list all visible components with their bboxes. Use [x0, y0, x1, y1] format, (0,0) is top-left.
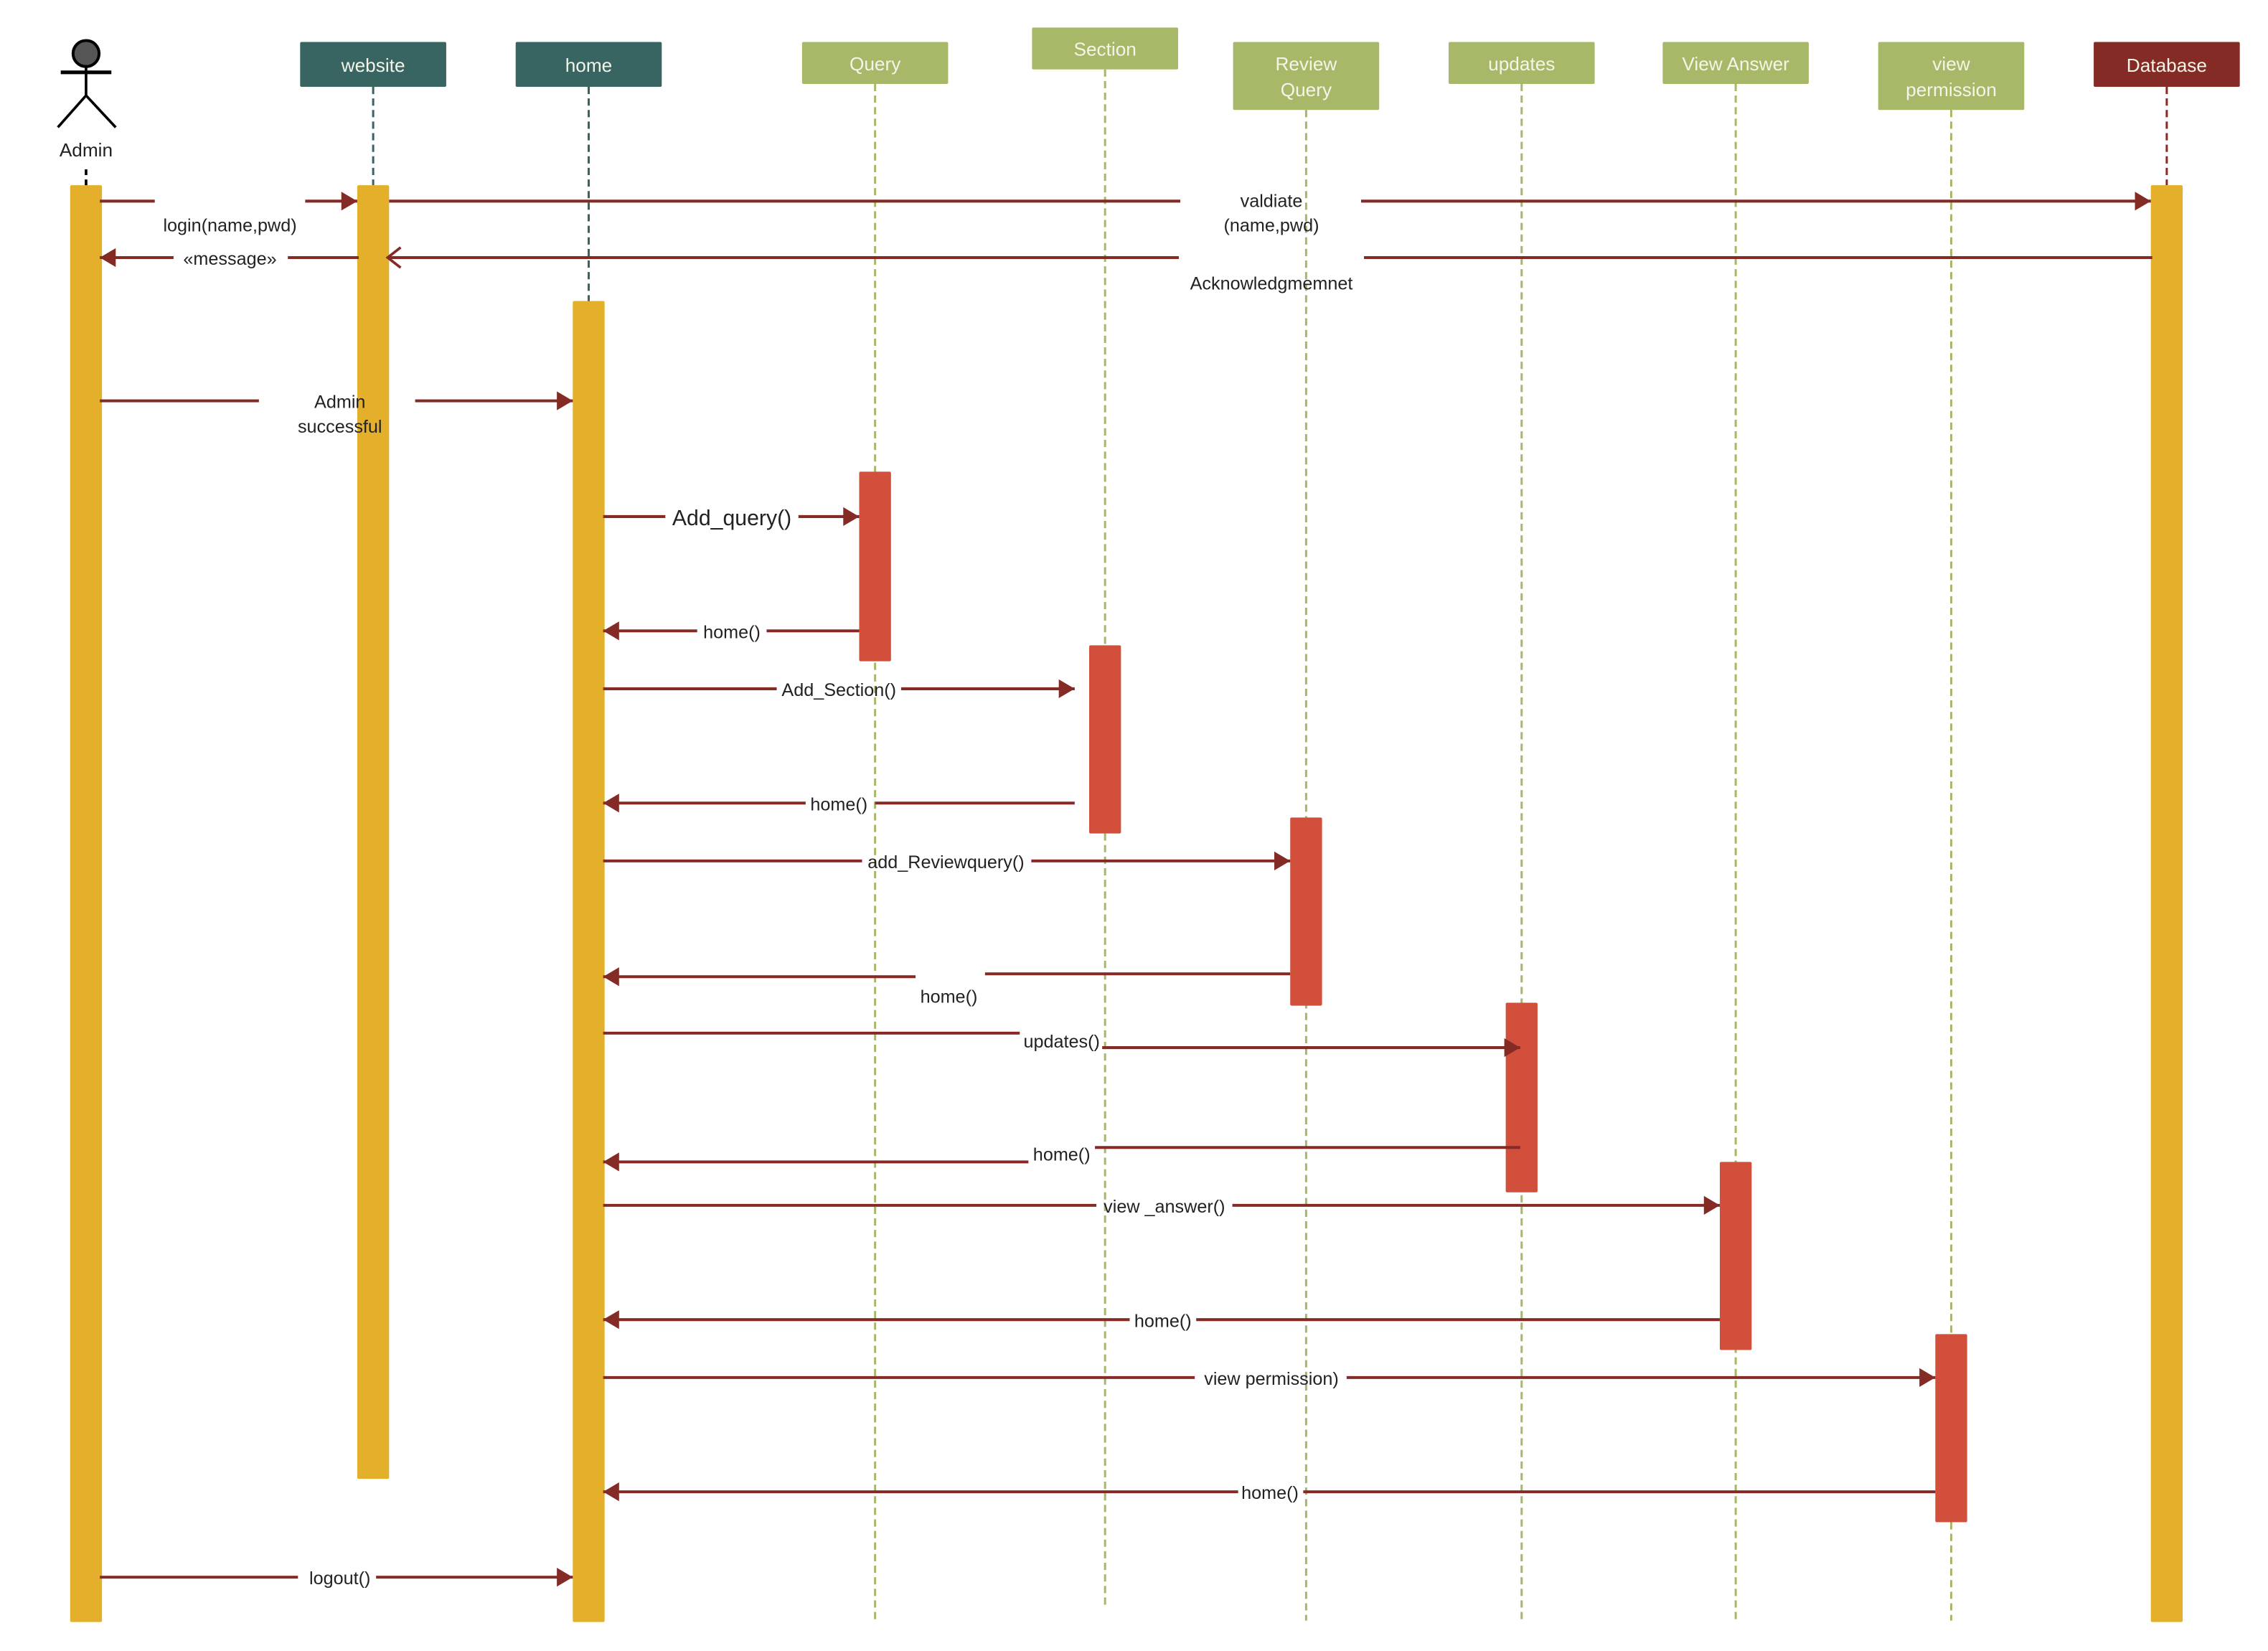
message-label: home() [703, 622, 761, 642]
lifeline-header-section[interactable]: Section [1032, 27, 1178, 70]
activation-bar-section [1089, 645, 1121, 834]
lifeline-header-updates[interactable]: updates [1448, 42, 1595, 84]
message-reply-updates-to-home[interactable]: home() [603, 1144, 1520, 1172]
activation-bar-review [1290, 817, 1322, 1006]
message-label: home() [921, 987, 978, 1007]
message-call-home-to-query[interactable]: Add_query() [603, 507, 860, 530]
actor-leg-left-icon [57, 94, 88, 128]
lifeline-header-database[interactable]: Database [2094, 42, 2240, 87]
lifeline-header-label: website [341, 55, 405, 76]
message-call-home-to-section[interactable]: Add_Section() [603, 679, 1075, 700]
message-call-home-to-viewanswer[interactable]: view _answer() [603, 1195, 1720, 1217]
message-label: Acknowledgmemnet [1190, 273, 1353, 293]
actor-admin[interactable]: Admin [57, 39, 117, 186]
lifeline-header-label: view [1932, 53, 1970, 75]
message-label: add_Reviewquery() [867, 852, 1024, 872]
message-label: Add_query() [672, 507, 791, 530]
arrowhead-icon [843, 507, 860, 527]
message-call-home-to-updates[interactable]: updates() [603, 1031, 1520, 1058]
arrowhead-icon [1274, 851, 1291, 871]
lifeline-header-label: Query [1281, 79, 1332, 100]
lifeline-header-website[interactable]: website [300, 42, 446, 87]
headers-layer: website home Query Section Review Query update… [300, 27, 2240, 110]
activation-bar-admin [70, 185, 103, 1622]
lifeline-header-label: Query [850, 53, 901, 75]
message-label: login(name,pwd) [163, 216, 296, 236]
lifeline-header-label: Review [1275, 53, 1337, 75]
arrowhead-icon [603, 794, 619, 813]
arrowhead-icon [603, 1310, 619, 1330]
message-call-admin-to-home[interactable]: logout() [100, 1568, 573, 1589]
message-label: home() [1241, 1483, 1299, 1503]
message-call-website-to-database[interactable]: valdiate (name,pwd) [389, 191, 2151, 236]
activations-layer [70, 185, 2183, 1622]
activation-bar-viewanswer [1719, 1162, 1752, 1350]
message-label: home() [1134, 1311, 1192, 1331]
message-label: view permission) [1204, 1369, 1339, 1389]
actor-head-icon [71, 39, 101, 68]
activation-bar-viewperm [1935, 1334, 1967, 1523]
message-reply-website-to-admin[interactable]: «message» [100, 248, 359, 269]
activation-bar-updates [1505, 1002, 1538, 1193]
arrowhead-icon [1703, 1195, 1720, 1215]
message-label: valdiate [1241, 191, 1303, 211]
lifeline-header-home[interactable]: home [515, 42, 662, 87]
lifeline-header-query[interactable]: Query [801, 42, 949, 84]
message-label: home() [810, 794, 867, 814]
actor-leg-right-icon [85, 94, 117, 128]
lifeline-header-label: Section [1073, 39, 1136, 60]
sequence-diagram: login(name,pwd) valdiate (name,pwd) Acknowl… [57, 27, 2240, 1622]
message-call-admin-to-home[interactable]: Admin successful [100, 391, 573, 437]
actor-label: Admin [60, 139, 113, 161]
lifeline-header-label: View Answer [1682, 53, 1789, 75]
message-label: updates() [1024, 1032, 1100, 1052]
arrowhead-icon [557, 1568, 573, 1587]
arrowhead-icon [557, 391, 573, 410]
activation-bar-website [357, 185, 390, 1480]
message-call-home-to-review[interactable]: add_Reviewquery() [603, 851, 1291, 872]
arrowhead-icon [603, 1482, 619, 1502]
lifeline-header-label: home [565, 55, 613, 76]
message-label: view _answer() [1104, 1197, 1225, 1217]
activation-bar-home [573, 301, 605, 1622]
message-label: Admin [314, 392, 365, 413]
message-reply-query-to-home[interactable]: home() [603, 621, 860, 642]
arrowhead-icon [100, 248, 116, 268]
arrowhead-icon [1058, 679, 1075, 699]
arrowhead-icon [603, 621, 619, 641]
message-label: (name,pwd) [1224, 216, 1319, 236]
message-label: «message» [183, 249, 276, 269]
messages-layer: login(name,pwd) valdiate (name,pwd) Acknowl… [100, 191, 2152, 1589]
message-reply-review-to-home[interactable]: home() [603, 967, 1291, 1007]
lifeline-header-viewperm[interactable]: view permission [1878, 42, 2025, 110]
lifeline-header-review[interactable]: Review Query [1233, 42, 1380, 110]
lifeline-header-label: permission [1906, 79, 1997, 100]
message-reply-viewanswer-to-home[interactable]: home() [603, 1310, 1720, 1331]
lifeline-header-viewanswer[interactable]: View Answer [1662, 42, 1809, 84]
activation-bar-query [859, 471, 891, 662]
arrowhead-icon [603, 967, 619, 987]
arrowhead-icon [2135, 192, 2151, 211]
message-label: logout() [309, 1568, 370, 1589]
message-call-admin-to-website[interactable]: login(name,pwd) [100, 192, 357, 236]
arrowhead-icon [1919, 1368, 1936, 1387]
arrowhead-icon [603, 1152, 619, 1172]
message-label: Add_Section() [781, 680, 896, 700]
activation-bar-database [2150, 185, 2183, 1622]
message-reply-open-database-to-website[interactable]: Acknowledgmemnet [385, 246, 2152, 293]
lifeline-header-label: Database [2127, 55, 2207, 76]
lifeline-header-label: updates [1488, 53, 1555, 75]
message-reply-section-to-home[interactable]: home() [603, 794, 1075, 814]
message-label: successful [298, 417, 382, 437]
arrowhead-icon [341, 192, 357, 211]
message-label: home() [1033, 1144, 1091, 1165]
